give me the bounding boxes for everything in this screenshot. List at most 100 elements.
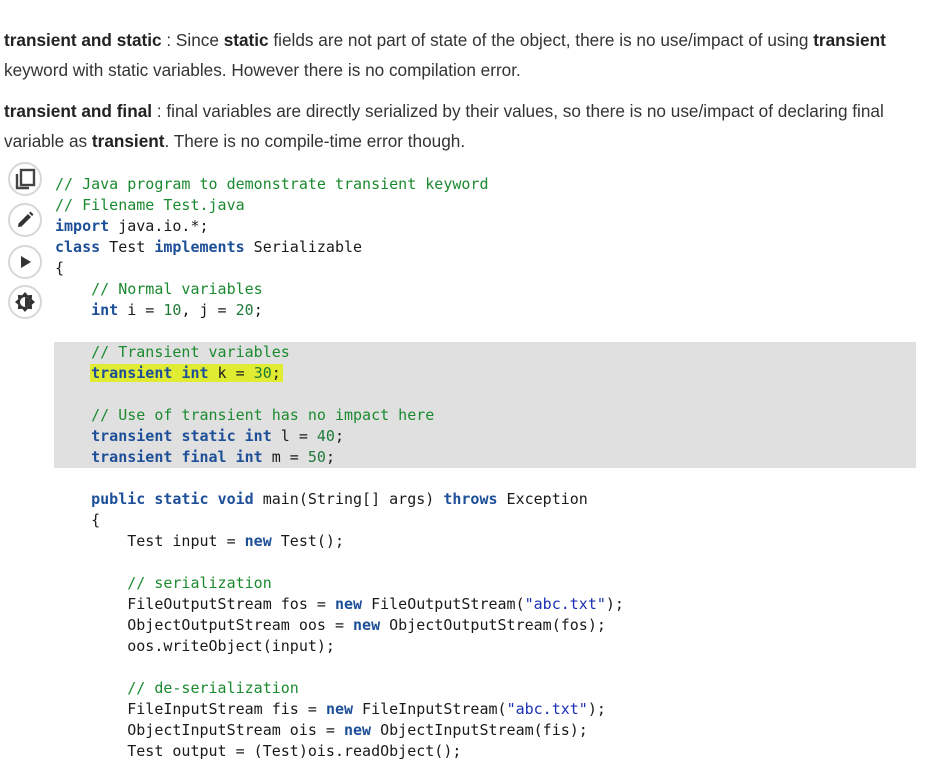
code-keyword: implements — [154, 238, 245, 256]
code-keyword: new — [325, 700, 354, 718]
code-line: transient int k = 30; — [54, 363, 916, 384]
paragraph-text: : Since — [161, 30, 224, 51]
code-number: 10 — [163, 301, 182, 319]
bold-term: transient and static — [4, 30, 162, 51]
code-comment: // Normal variables — [91, 280, 263, 298]
code-keyword: throws — [443, 490, 498, 508]
code-string: "abc.txt" — [506, 700, 588, 718]
code-text: java.io.*; — [109, 217, 209, 235]
copy-icon — [15, 168, 36, 190]
code-line: transient final int m = 50; — [54, 447, 916, 468]
code-keyword: new — [334, 595, 363, 613]
code-text: ); — [605, 595, 624, 613]
code-text: main(String[] args) — [253, 490, 444, 508]
code-keyword: transient — [91, 427, 173, 445]
code-string: "abc.txt" — [524, 595, 606, 613]
code-keyword: int — [91, 301, 119, 319]
code-text: { — [55, 511, 101, 529]
code-comment: // Transient variables — [91, 343, 290, 361]
code-comment: // Java program to demonstrate transient… — [55, 175, 489, 193]
code-text: Test output = (Test)ois.readObject(); — [55, 742, 462, 760]
edit-button[interactable] — [8, 203, 42, 237]
code-text: ObjectInputStream ois = — [55, 721, 344, 739]
code-line: // Normal variables — [54, 279, 916, 300]
paragraph-transient-static: transient and static : Since static fiel… — [4, 25, 929, 85]
code-number: 30 — [253, 364, 272, 382]
code-line: ObjectInputStream ois = new ObjectInputS… — [54, 720, 916, 741]
code-keyword: void — [217, 490, 254, 508]
code-keyword: int — [244, 427, 272, 445]
bold-term: static — [223, 30, 269, 51]
code-line: Test input = new Test(); — [54, 531, 916, 552]
paragraph-transient-final: transient and final : final variables ar… — [4, 96, 929, 156]
code-line: int i = 10, j = 20; — [54, 300, 916, 321]
code-text: ; — [325, 448, 335, 466]
code-keyword: new — [353, 616, 381, 634]
code-line: transient static int l = 40; — [54, 426, 916, 447]
play-icon — [21, 256, 31, 268]
code-line: ObjectOutputStream oos = new ObjectOutpu… — [54, 615, 916, 636]
code-comment: // serialization — [127, 574, 272, 592]
code-text: ObjectOutputStream oos = — [55, 616, 354, 634]
code-text: { — [55, 259, 65, 277]
code-text: FileInputStream( — [353, 700, 507, 718]
brightness-icon — [15, 292, 35, 312]
code-keyword: transient — [91, 448, 173, 466]
bold-term: transient and final — [4, 101, 153, 122]
code-text: m = — [262, 448, 308, 466]
code-keyword: class — [55, 238, 101, 256]
code-keyword: new — [343, 721, 372, 739]
paragraph-text: fields are not part of state of the obje… — [268, 30, 814, 51]
copy-button[interactable] — [8, 162, 42, 196]
selected-code: transient int k = 30; — [90, 364, 283, 382]
code-text: Exception — [497, 490, 588, 508]
code-text: FileOutputStream fos = — [55, 595, 335, 613]
code-number: 20 — [235, 301, 254, 319]
code-text: ); — [587, 700, 606, 718]
bold-term: transient — [91, 131, 165, 152]
code-text: ObjectOutputStream(fos); — [380, 616, 606, 634]
bold-term: transient — [813, 30, 886, 51]
code-keyword: transient — [91, 364, 173, 382]
code-line: // de-serialization — [54, 678, 916, 699]
code-text: FileInputStream fis = — [55, 700, 326, 718]
code-comment: // de-serialization — [127, 679, 299, 697]
run-button[interactable] — [8, 245, 42, 279]
code-text: Test input = — [55, 532, 245, 550]
pencil-icon — [18, 211, 34, 227]
code-keyword: static — [154, 490, 209, 508]
code-line: FileInputStream fis = new FileInputStrea… — [54, 699, 916, 720]
code-keyword: new — [244, 532, 272, 550]
code-text: l = — [271, 427, 317, 445]
code-keyword: final — [181, 448, 227, 466]
code-comment: // Filename Test.java — [55, 196, 245, 214]
code-text: ; — [271, 364, 281, 382]
code-line: Test output = (Test)ois.readObject(); — [54, 741, 916, 762]
code-text: ; — [334, 427, 344, 445]
code-line: // Filename Test.java — [54, 195, 916, 216]
code-number: 40 — [316, 427, 335, 445]
code-line: { — [54, 510, 916, 531]
code-keyword: int — [181, 364, 209, 382]
code-keyword: public — [91, 490, 146, 508]
code-line: // serialization — [54, 573, 916, 594]
code-text: ; — [253, 301, 263, 319]
code-text: Test(); — [271, 532, 344, 550]
code-line: oos.writeObject(input); — [54, 636, 916, 657]
theme-toggle-button[interactable] — [8, 285, 42, 319]
